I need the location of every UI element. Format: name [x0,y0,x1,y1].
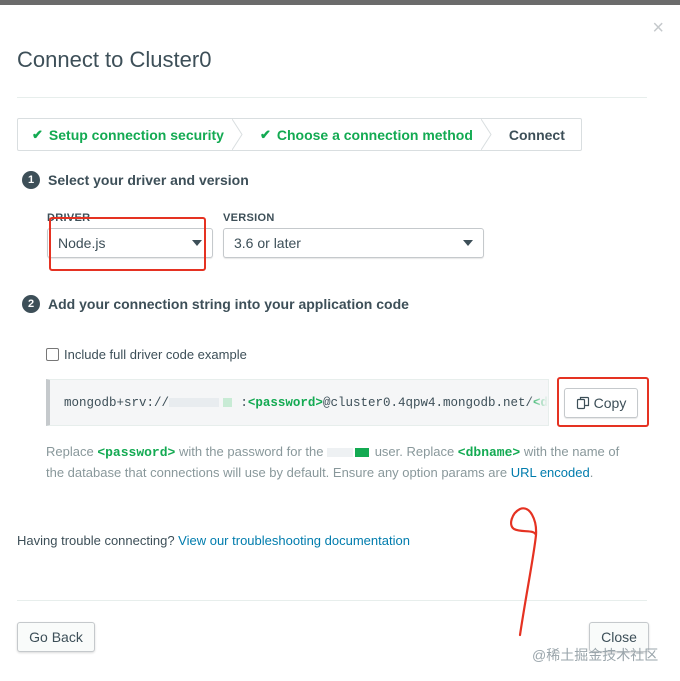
connection-string-box[interactable]: mongodb+srv:// : <password> @cluster0.4q… [46,379,549,426]
help-text: Having trouble connecting? [17,533,179,548]
redacted-username-mark [222,398,233,407]
title-divider [17,97,647,98]
step-2-heading: 2 Add your connection string into your a… [22,295,409,313]
troubleshooting-help: Having trouble connecting? View our trou… [17,533,410,548]
desc-dbname-code: <dbname> [457,445,521,460]
conn-prefix: mongodb+srv:// [64,395,170,410]
modal-title: Connect to Cluster0 [17,47,212,72]
step-2-title: Add your connection string into your app… [48,296,409,312]
breadcrumb: ✔ Setup connection security ✔ Choose a c… [17,118,582,151]
redacted-username-mark [355,448,370,458]
caret-down-icon [463,240,473,246]
checkmark-icon: ✔ [259,126,271,142]
full-driver-code-checkbox[interactable] [46,348,59,361]
breadcrumb-step-label: Choose a connection method [276,126,473,143]
annotation-highlight-driver [49,217,206,271]
conn-separator: : [240,395,248,410]
connection-instructions: Replace <password> with the password for… [46,442,636,483]
conn-host: @cluster0.4qpw4.mongodb.net/ [322,395,533,410]
redacted-username [327,448,354,458]
breadcrumb-step-label: Setup connection security [48,126,224,143]
close-icon[interactable]: × [652,18,664,38]
url-encoded-link[interactable]: URL encoded [511,465,590,480]
step-1-title: Select your driver and version [48,172,249,188]
desc-text: Replace [46,444,98,459]
hand-drawn-arrow-annotation [510,507,538,637]
footer-divider [17,600,647,601]
checkmark-icon: ✔ [32,126,43,142]
annotation-highlight-copy [557,377,649,427]
desc-text: user. Replace [371,444,458,459]
desc-password-code: <password> [97,445,176,460]
breadcrumb-step-label: Connect [508,126,565,143]
troubleshooting-link[interactable]: View our troubleshooting documentation [178,533,410,548]
step-number-badge: 2 [22,295,40,313]
chevron-right-icon [231,119,243,150]
desc-text: . [589,465,594,480]
redacted-username [169,398,219,407]
step-number-badge: 1 [22,171,40,189]
breadcrumb-step-connect[interactable]: Connect [489,119,581,150]
window-top-bar [0,0,680,5]
go-back-button[interactable]: Go Back [17,622,95,652]
full-driver-code-option[interactable]: Include full driver code example [46,347,247,362]
breadcrumb-step-method[interactable]: ✔ Choose a connection method [240,119,492,150]
step-1-heading: 1 Select your driver and version [22,171,249,189]
version-label: VERSION [223,212,275,224]
desc-text: with the password for the [175,444,328,459]
overflow-fade [528,380,548,425]
breadcrumb-step-security[interactable]: ✔ Setup connection security [18,119,243,150]
watermark-text: @稀土掘金技术社区 [532,647,659,663]
chevron-right-icon [480,119,492,150]
conn-password-placeholder: <password> [247,395,323,410]
version-select[interactable]: 3.6 or later [223,228,484,258]
version-select-value: 3.6 or later [234,235,301,251]
checkbox-label: Include full driver code example [64,347,247,362]
